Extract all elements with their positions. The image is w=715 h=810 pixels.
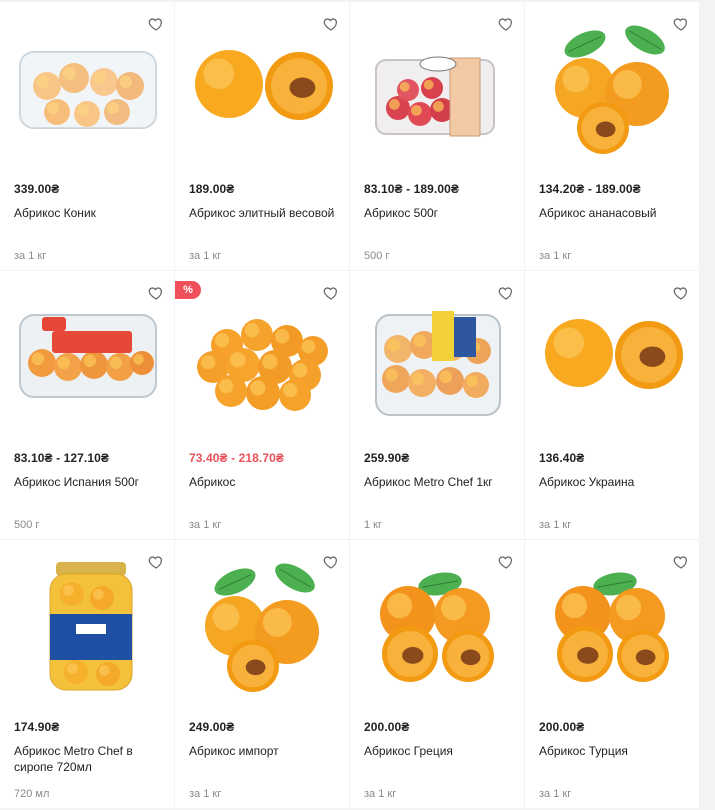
product-name[interactable]: Абрикос Турция: [539, 743, 687, 759]
product-image[interactable]: [537, 16, 687, 156]
product-image[interactable]: [12, 285, 162, 425]
product-name[interactable]: Абрикос Испания 500г: [14, 474, 162, 490]
product-card[interactable]: % 73.40₴ - 218.70₴ Абрикос за 1 кг: [175, 271, 349, 539]
product-image[interactable]: [187, 16, 337, 156]
product-price: 339.00₴: [14, 182, 60, 196]
product-name[interactable]: Абрикос Коник: [14, 205, 162, 221]
product-card[interactable]: 200.00₴ Абрикос Турция за 1 кг: [525, 540, 699, 808]
product-card[interactable]: 189.00₴ Абрикос элитный весовой за 1 кг: [175, 2, 349, 270]
product-grid: 339.00₴ Абрикос Коник за 1 кг 189.00₴ Абрик…: [0, 0, 701, 808]
product-unit: за 1 кг: [539, 250, 572, 262]
product-card[interactable]: 134.20₴ - 189.00₴ Абрикос ананасовый за 1 …: [525, 2, 699, 270]
product-unit: за 1 кг: [539, 788, 572, 800]
product-name[interactable]: Абрикос 500г: [364, 205, 512, 221]
product-name[interactable]: Абрикос Metro Chef 1кг: [364, 474, 512, 490]
product-price: 174.90₴: [14, 720, 60, 734]
product-unit: за 1 кг: [364, 788, 397, 800]
product-price: 200.00₴: [539, 720, 585, 734]
product-card[interactable]: 259.90₴ Абрикос Metro Chef 1кг 1 кг: [350, 271, 524, 539]
product-image[interactable]: [187, 285, 337, 425]
product-unit: 720 мл: [14, 788, 50, 800]
product-price: 249.00₴: [189, 720, 235, 734]
product-price: 259.90₴: [364, 451, 410, 465]
product-image[interactable]: [362, 16, 512, 156]
product-price: 200.00₴: [364, 720, 410, 734]
product-name[interactable]: Абрикос элитный весовой: [189, 205, 337, 221]
product-image[interactable]: [187, 554, 337, 694]
product-name[interactable]: Абрикос импорт: [189, 743, 337, 759]
product-image[interactable]: [537, 554, 687, 694]
product-image[interactable]: [537, 285, 687, 425]
product-price: 73.40₴ - 218.70₴: [189, 451, 285, 465]
product-unit: 500 г: [364, 250, 390, 262]
product-name[interactable]: Абрикос ананасовый: [539, 205, 687, 221]
product-name[interactable]: Абрикос Украина: [539, 474, 687, 490]
product-price: 136.40₴: [539, 451, 585, 465]
product-card[interactable]: 83.10₴ - 127.10₴ Абрикос Испания 500г 500 …: [0, 271, 174, 539]
product-price: 83.10₴ - 189.00₴: [364, 182, 460, 196]
product-card[interactable]: 174.90₴ Абрикос Metro Chef в сиропе 720мл…: [0, 540, 174, 808]
product-image[interactable]: [362, 554, 512, 694]
product-unit: 1 кг: [364, 519, 382, 531]
product-price: 134.20₴ - 189.00₴: [539, 182, 641, 196]
product-unit: за 1 кг: [14, 250, 47, 262]
product-unit: за 1 кг: [189, 250, 222, 262]
product-unit: за 1 кг: [539, 519, 572, 531]
product-card[interactable]: 83.10₴ - 189.00₴ Абрикос 500г 500 г: [350, 2, 524, 270]
product-price: 189.00₴: [189, 182, 235, 196]
product-card[interactable]: 339.00₴ Абрикос Коник за 1 кг: [0, 2, 174, 270]
product-card[interactable]: 249.00₴ Абрикос импорт за 1 кг: [175, 540, 349, 808]
product-image[interactable]: [12, 16, 162, 156]
product-unit: за 1 кг: [189, 788, 222, 800]
product-unit: за 1 кг: [189, 519, 222, 531]
product-name[interactable]: Абрикос: [189, 474, 337, 490]
product-price: 83.10₴ - 127.10₴: [14, 451, 110, 465]
product-name[interactable]: Абрикос Metro Chef в сиропе 720мл: [14, 743, 162, 775]
product-unit: 500 г: [14, 519, 40, 531]
product-image[interactable]: [362, 285, 512, 425]
product-image[interactable]: [12, 554, 162, 694]
product-name[interactable]: Абрикос Греция: [364, 743, 512, 759]
product-card[interactable]: 200.00₴ Абрикос Греция за 1 кг: [350, 540, 524, 808]
product-card[interactable]: 136.40₴ Абрикос Украина за 1 кг: [525, 271, 699, 539]
